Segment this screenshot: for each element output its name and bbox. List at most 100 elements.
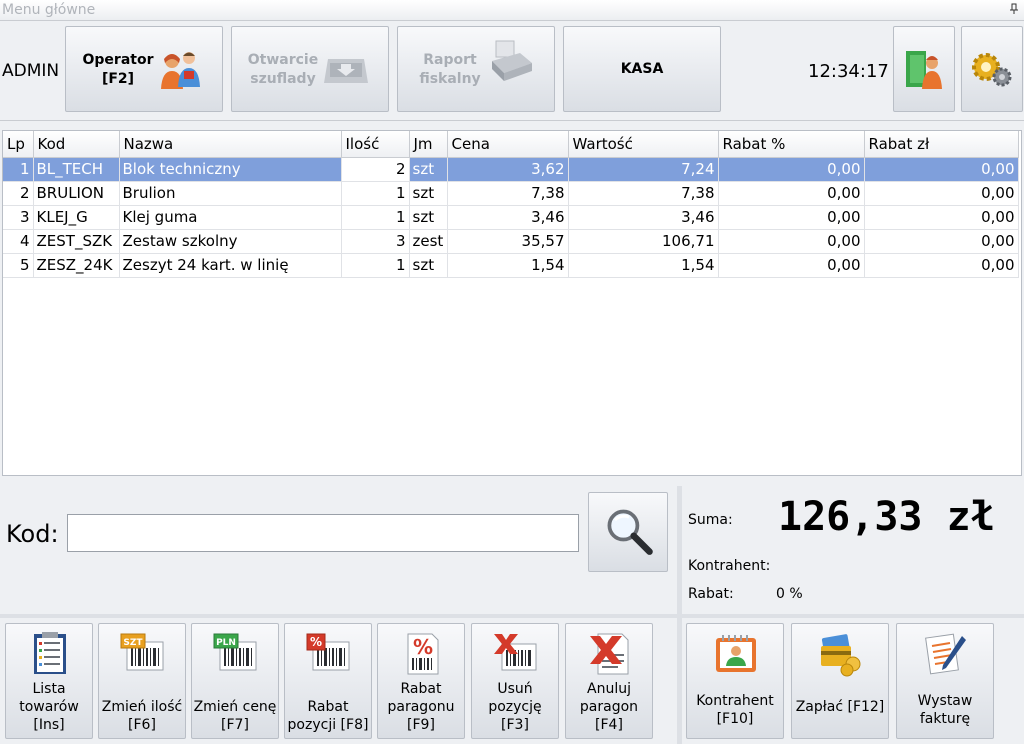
cell-wartosc: 106,71 (568, 229, 719, 254)
cell-jm: zest (409, 229, 448, 254)
cell-rabat-zl: 0,00 (864, 205, 1019, 230)
cell-jm: szt (409, 205, 448, 230)
cell-kod: ZEST_SZK (33, 229, 120, 254)
cancel-receipt-button[interactable]: Anuluj paragon [F4] (565, 623, 653, 739)
cell-rabat-zl: 0,00 (864, 229, 1019, 254)
table-row[interactable]: 2 BRULION Brulion 1 szt 7,38 7,38 0,00 0,00 (3, 181, 1019, 206)
payment-cards-icon (821, 634, 861, 677)
col-header-rabat-zl[interactable]: Rabat zł (864, 131, 1019, 158)
delete-barcode-icon (494, 634, 537, 671)
pay-button-label: Zapłać [F12] (795, 699, 885, 715)
code-entry-panel: Kod: (0, 486, 676, 614)
pct-badge-receipt: % (413, 635, 433, 659)
issue-invoice-button[interactable]: Wystaw fakturę (896, 623, 994, 739)
cell-rabat-pct: 0,00 (718, 253, 865, 278)
col-header-cena[interactable]: Cena (447, 131, 569, 158)
col-header-wartosc[interactable]: Wartość (568, 131, 719, 158)
open-drawer-button[interactable]: Otwarcie szuflady (231, 26, 389, 112)
cell-lp: 1 (3, 157, 34, 182)
cell-nazwa: Klej guma (119, 205, 342, 230)
change-quantity-button[interactable]: SZT Zmień ilość [F6] (98, 623, 186, 739)
change-quantity-button-label: Zmień ilość [F6] (101, 699, 183, 733)
cell-cena: 35,57 (447, 229, 569, 254)
receipt-discount-button[interactable]: % Rabat paragonu [F9] (377, 623, 465, 739)
cell-kod: BRULION (33, 181, 120, 206)
cell-ilosc[interactable]: 2 (341, 157, 410, 182)
table-row[interactable]: 3 KLEJ_G Klej guma 1 szt 3,46 3,46 0,00 0,00 (3, 205, 1019, 230)
col-header-nazwa[interactable]: Nazwa (119, 131, 342, 158)
fiscal-printer-icon (492, 40, 532, 81)
search-button[interactable] (588, 492, 668, 572)
delete-item-button[interactable]: Usuń pozycję [F3] (471, 623, 559, 739)
operator-button-label: Operator [F2] (82, 52, 154, 87)
cell-nazwa: Brulion (119, 181, 342, 206)
cell-lp: 5 (3, 253, 34, 278)
cell-ilosc[interactable]: 3 (341, 229, 410, 254)
cell-ilosc[interactable]: 1 (341, 181, 410, 206)
code-input[interactable] (67, 514, 579, 552)
col-header-lp[interactable]: Lp (3, 131, 34, 158)
table-row[interactable]: 1 BL_TECH Blok techniczny 2 szt 3,62 7,24 0,00 0… (3, 157, 1019, 182)
col-header-jm[interactable]: Jm (409, 131, 448, 158)
contractor-button-label: Kontrahent [F10] (696, 693, 774, 727)
cell-nazwa: Zeszyt 24 kart. w linię (119, 253, 342, 278)
delete-item-button-label: Usuń pozycję [F3] (488, 681, 542, 733)
logout-button[interactable] (893, 26, 955, 112)
change-price-button[interactable]: PLN Zmień cenę [F7] (191, 623, 279, 739)
operators-icon (161, 52, 200, 89)
col-header-kod[interactable]: Kod (33, 131, 120, 158)
right-bottom-separator (682, 614, 1024, 618)
fiscal-report-button-label: Raport fiskalny (419, 52, 481, 87)
contractor-button[interactable]: Kontrahent [F10] (686, 623, 784, 739)
product-list-button[interactable]: Lista towarów [Ins] (5, 623, 93, 739)
discount-value: 0 % (776, 586, 803, 602)
settings-button[interactable] (961, 26, 1023, 112)
open-drawer-button-label: Otwarcie szuflady (247, 52, 319, 87)
pay-button[interactable]: Zapłać [F12] (791, 623, 889, 739)
price-barcode-icon: PLN (213, 633, 257, 671)
cell-wartosc: 7,24 (568, 157, 719, 182)
items-table: Lp Kod Nazwa Ilość Jm Cena Wartość Rabat… (3, 131, 1019, 278)
cell-wartosc: 1,54 (568, 253, 719, 278)
cell-ilosc[interactable]: 1 (341, 253, 410, 278)
issue-invoice-button-label: Wystaw fakturę (917, 693, 973, 727)
cell-lp: 3 (3, 205, 34, 230)
left-bottom-separator (0, 614, 677, 618)
pin-icon[interactable] (1008, 3, 1020, 15)
sum-label: Suma: (688, 512, 733, 528)
logout-icon (906, 51, 942, 89)
cell-kod: BL_TECH (33, 157, 120, 182)
kasa-button[interactable]: KASA (563, 26, 721, 112)
cell-lp: 4 (3, 229, 34, 254)
cell-jm: szt (409, 181, 448, 206)
cell-jm: szt (409, 253, 448, 278)
product-list-icon (34, 632, 66, 674)
pct-badge-item: % (310, 635, 322, 649)
cell-wartosc: 3,46 (568, 205, 719, 230)
cell-ilosc[interactable]: 1 (341, 205, 410, 230)
clock: 12:34:17 (808, 61, 889, 82)
cell-jm: szt (409, 157, 448, 182)
col-header-rabat-pct[interactable]: Rabat % (718, 131, 865, 158)
kasa-button-label: KASA (620, 60, 664, 77)
discount-label: Rabat: (688, 586, 734, 602)
item-discount-button[interactable]: % Rabat pozycji [F8] (284, 623, 372, 739)
cell-cena: 7,38 (447, 181, 569, 206)
col-header-ilosc[interactable]: Ilość (341, 131, 410, 158)
pln-badge: PLN (216, 638, 236, 648)
summary-panel: Suma: 126,33 zł Kontrahent: Rabat: 0 % (682, 486, 1024, 614)
cell-cena: 3,46 (447, 205, 569, 230)
cell-rabat-zl: 0,00 (864, 181, 1019, 206)
table-row[interactable]: 4 ZEST_SZK Zestaw szkolny 3 zest 35,57 106,71 0… (3, 229, 1019, 254)
window-title: Menu główne (2, 2, 96, 18)
change-price-button-label: Zmień cenę [F7] (193, 699, 277, 733)
item-discount-barcode-icon: % (306, 633, 350, 671)
code-label: Kod: (6, 520, 59, 548)
operator-button[interactable]: Operator [F2] (65, 26, 223, 112)
item-discount-button-label: Rabat pozycji [F8] (287, 699, 369, 733)
cell-rabat-pct: 0,00 (718, 157, 865, 182)
fiscal-report-button[interactable]: Raport fiskalny (397, 26, 555, 112)
table-row[interactable]: 5 ZESZ_24K Zeszyt 24 kart. w linię 1 szt 1,54… (3, 253, 1019, 278)
cell-lp: 2 (3, 181, 34, 206)
user-name: ADMIN (2, 61, 60, 81)
